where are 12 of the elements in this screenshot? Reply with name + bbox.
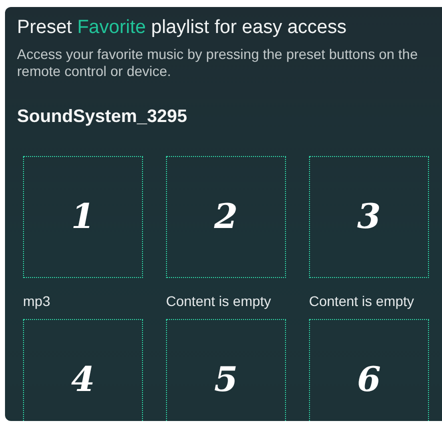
preset-label: mp3 xyxy=(23,293,52,309)
preset-label: Content is empty xyxy=(309,293,416,309)
preset-button[interactable]: 1 xyxy=(23,156,143,278)
preset-button[interactable]: 6 xyxy=(309,319,429,421)
preset-label: Content is empty xyxy=(166,293,272,309)
device-name: SoundSystem_3295 xyxy=(17,106,188,127)
page-title: Preset Favorite playlist for easy access xyxy=(17,17,348,39)
description-text: Access your favorite music by pressing the preset buttons on the remote control or device. xyxy=(17,46,419,80)
preset-button[interactable]: 3 xyxy=(309,156,429,278)
preset-button[interactable]: 4 xyxy=(23,319,143,421)
preset-button[interactable]: 5 xyxy=(166,319,286,421)
preset-button[interactable]: 2 xyxy=(166,156,286,278)
